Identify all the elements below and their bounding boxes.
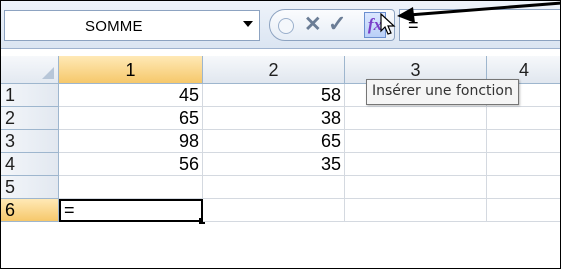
cell[interactable] <box>487 107 560 130</box>
enter-check-icon[interactable]: ✓ <box>328 11 346 37</box>
active-cell[interactable]: = <box>59 199 205 224</box>
cell[interactable] <box>203 176 345 199</box>
excel-window: SOMME ✕ ✓ fx = 1 2 3 4 1 45 58 2 65 38 3 98 65 4 5… <box>0 0 561 269</box>
table-row: 4 56 35 <box>1 153 560 176</box>
row-header-5[interactable]: 5 <box>1 176 59 199</box>
cell[interactable] <box>345 176 487 199</box>
cell-value: = <box>64 200 75 220</box>
select-all-corner[interactable] <box>1 56 59 84</box>
cell-value: 38 <box>320 108 341 128</box>
chevron-down-icon[interactable] <box>243 21 253 27</box>
cell[interactable] <box>345 153 487 176</box>
cancel-icon[interactable]: ✕ <box>304 12 322 37</box>
table-row: 5 <box>1 176 560 199</box>
cell-value: 65 <box>178 108 199 128</box>
cell[interactable]: 65 <box>59 107 203 130</box>
cell[interactable]: 98 <box>59 130 203 153</box>
cell[interactable]: 65 <box>203 130 345 153</box>
cell[interactable] <box>487 130 560 153</box>
cell[interactable]: 45 <box>59 84 203 107</box>
formula-buttons: ✕ ✓ fx <box>269 9 395 41</box>
table-row: 2 65 38 <box>1 107 560 130</box>
cell[interactable]: 58 <box>203 84 345 107</box>
select-all-icon <box>42 67 54 79</box>
cell[interactable] <box>345 199 487 222</box>
insert-function-tooltip: Insérer une fonction <box>366 79 519 105</box>
column-header-2[interactable]: 2 <box>203 56 345 84</box>
row-header-6[interactable]: 6 <box>1 199 59 222</box>
cell-value: 35 <box>320 154 341 174</box>
cell[interactable] <box>345 130 487 153</box>
pointer-arrow-icon <box>397 1 560 23</box>
row-header-3[interactable]: 3 <box>1 130 59 153</box>
cell[interactable] <box>487 153 560 176</box>
name-box-value: SOMME <box>85 18 143 35</box>
cell-value: 56 <box>178 154 199 174</box>
row-header-1[interactable]: 1 <box>1 84 59 107</box>
cell[interactable] <box>487 176 560 199</box>
cell-value: 65 <box>320 131 341 151</box>
cell[interactable] <box>203 199 345 222</box>
cell[interactable] <box>59 176 203 199</box>
cell-value: 58 <box>320 85 341 105</box>
cell-value: 45 <box>178 85 199 105</box>
cell-value: 98 <box>178 131 199 151</box>
column-header-1[interactable]: 1 <box>59 56 203 84</box>
table-row: 6 = <box>1 199 560 224</box>
cell[interactable] <box>487 199 560 222</box>
cell[interactable]: 38 <box>203 107 345 130</box>
row-header-4[interactable]: 4 <box>1 153 59 176</box>
row-header-2[interactable]: 2 <box>1 107 59 130</box>
expand-circle-icon[interactable] <box>278 18 294 34</box>
name-box[interactable]: SOMME <box>4 10 260 41</box>
cell[interactable]: 35 <box>203 153 345 176</box>
cell[interactable]: 56 <box>59 153 203 176</box>
mouse-cursor-icon <box>380 13 396 35</box>
table-row: 3 98 65 <box>1 130 560 153</box>
cell[interactable] <box>345 107 487 130</box>
